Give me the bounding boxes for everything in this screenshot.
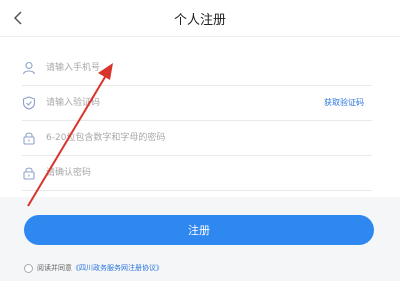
password-row — [22, 121, 372, 156]
lock-icon — [23, 132, 35, 145]
phone-input[interactable] — [46, 59, 286, 77]
password-input[interactable] — [46, 129, 286, 147]
register-form: 获取验证码 — [0, 37, 400, 197]
code-row: 获取验证码 — [22, 86, 372, 121]
phone-row — [22, 51, 372, 86]
header-bar: 个人注册 — [0, 0, 400, 37]
register-button[interactable]: 注册 — [24, 215, 374, 245]
agreement-row: 阅读并同意 《四川政务服务网注册协议》 — [24, 262, 163, 274]
shield-check-icon — [22, 96, 36, 110]
page-title: 个人注册 — [173, 13, 226, 28]
get-code-button[interactable]: 获取验证码 — [324, 97, 364, 108]
agreement-link[interactable]: 《四川政务服务网注册协议》 — [72, 263, 163, 273]
agreement-radio[interactable] — [24, 263, 33, 273]
code-input[interactable] — [46, 94, 286, 112]
confirm-password-input[interactable] — [46, 164, 286, 182]
agreement-text: 阅读并同意 — [37, 264, 72, 272]
confirm-password-row — [22, 156, 372, 191]
lock-icon — [23, 167, 35, 180]
user-icon — [22, 61, 36, 75]
